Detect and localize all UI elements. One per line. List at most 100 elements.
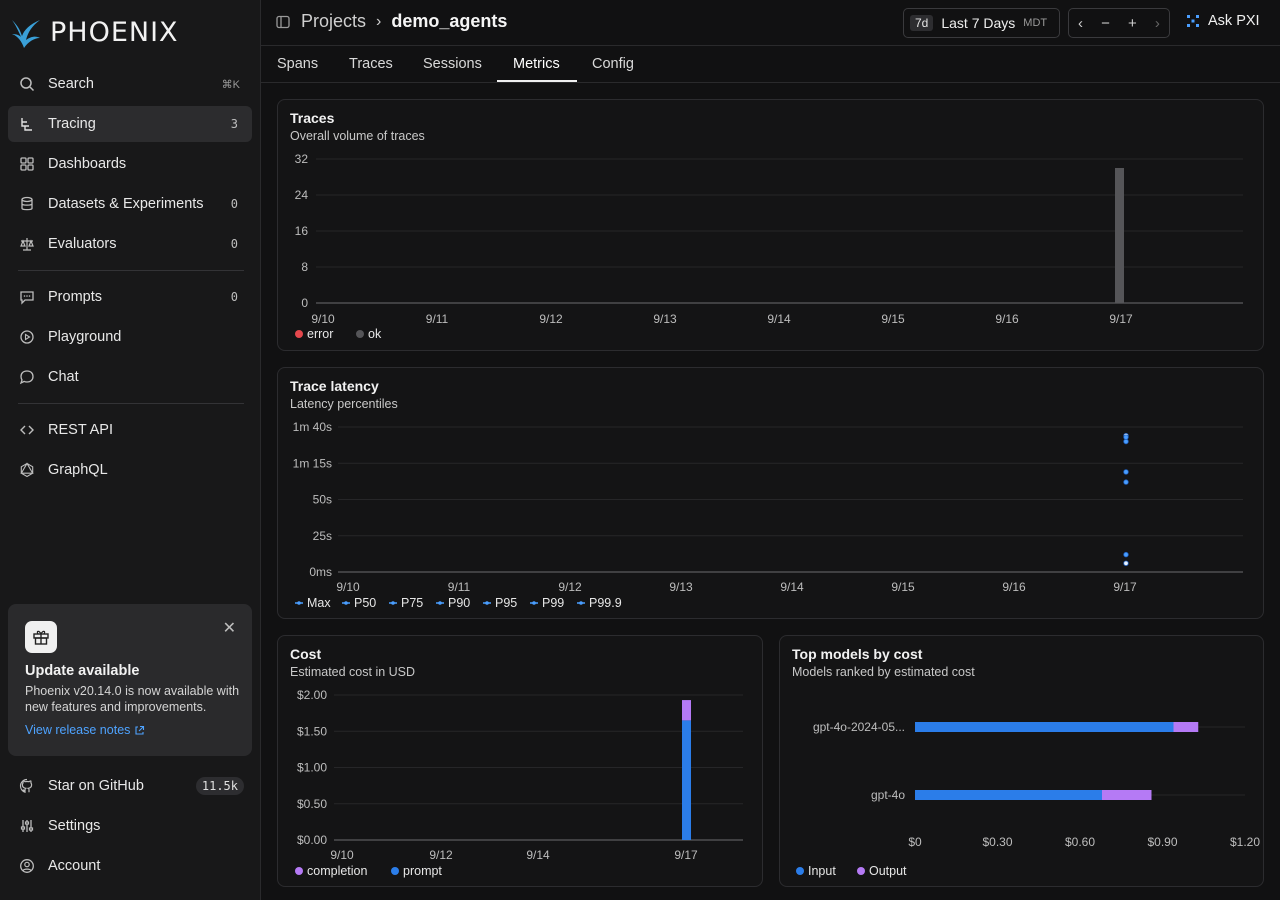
sidebar-item-label: Search xyxy=(48,76,94,92)
sidebar-item-label: Evaluators xyxy=(48,236,117,252)
chat-icon xyxy=(18,368,36,386)
close-icon[interactable]: ✕ xyxy=(223,618,236,638)
latency-chart-card: Trace latency Latency percentiles 0ms 25s… xyxy=(277,367,1264,619)
chevron-right-icon: › xyxy=(376,12,382,30)
latency-point-p75 xyxy=(1123,551,1129,558)
phoenix-logo-icon xyxy=(12,20,40,48)
sidebar-item-label: Playground xyxy=(48,329,122,345)
timezone-label: MDT xyxy=(1023,17,1048,29)
prompt-icon xyxy=(18,288,36,306)
chevron-left-icon[interactable]: ‹ xyxy=(1078,15,1083,32)
breadcrumb-projects[interactable]: Projects xyxy=(301,11,366,32)
x-tick-label: 9/12 xyxy=(429,848,453,862)
sidebar-item-rest-api[interactable]: REST API xyxy=(8,412,252,448)
sidebar-item-label: Star on GitHub xyxy=(48,778,144,794)
legend-marker xyxy=(579,601,583,605)
legend-label: P90 xyxy=(448,596,470,610)
legend-marker xyxy=(295,867,303,875)
brand-name: PHOENIX xyxy=(50,16,179,48)
bar-prompt xyxy=(682,720,691,840)
sidebar-item-tracing[interactable]: Tracing 3 xyxy=(8,106,252,142)
release-notes-label: View release notes xyxy=(25,723,131,737)
sidebar-toggle-icon[interactable] xyxy=(275,14,291,30)
sidebar-item-label: GraphQL xyxy=(48,462,108,478)
legend-label: prompt xyxy=(403,864,442,878)
bar-input xyxy=(915,722,1174,732)
sidebar-item-graphql[interactable]: GraphQL xyxy=(8,452,252,488)
y-tick-label: $1.00 xyxy=(297,761,327,775)
y-tick-label: 1m 40s xyxy=(293,420,332,434)
legend-label: P95 xyxy=(495,596,517,610)
legend-label: error xyxy=(307,327,333,341)
page-title: demo_agents xyxy=(391,11,508,31)
github-icon xyxy=(18,777,36,795)
zoom-out-icon[interactable]: − xyxy=(1101,15,1110,32)
y-tick-label: $2.00 xyxy=(297,688,327,702)
legend-marker xyxy=(391,601,395,605)
legend-marker xyxy=(438,601,442,605)
chevron-right-icon[interactable]: › xyxy=(1155,15,1160,32)
item-count: 0 xyxy=(230,290,238,304)
tab-metrics[interactable]: Metrics xyxy=(513,56,560,72)
x-tick-label: 9/10 xyxy=(330,848,354,862)
logo[interactable]: PHOENIX xyxy=(10,14,179,50)
time-range-picker[interactable]: 7d Last 7 Days MDT xyxy=(903,8,1060,38)
sidebar-item-label: Tracing xyxy=(48,116,96,132)
bar-input xyxy=(915,790,1102,800)
latency-point-p50 xyxy=(1123,560,1129,566)
sidebar-item-search[interactable]: Search ⌘K xyxy=(8,66,252,102)
y-tick-label: 24 xyxy=(295,188,309,202)
sidebar-item-dashboards[interactable]: Dashboards xyxy=(8,146,252,182)
tab-bar: Spans Traces Sessions Metrics Config xyxy=(261,47,1280,83)
x-tick-label: $1.20 xyxy=(1230,835,1260,849)
latency-point-p99 xyxy=(1123,438,1129,445)
time-range-stepper: ‹ − + › xyxy=(1068,8,1170,38)
active-tab-indicator xyxy=(497,80,577,82)
y-tick-label: 1m 15s xyxy=(293,456,332,470)
legend-marker xyxy=(857,867,865,875)
y-tick-label: 25s xyxy=(313,529,332,543)
user-icon xyxy=(18,857,36,875)
sidebar-item-github[interactable]: Star on GitHub 11.5k xyxy=(8,768,252,804)
graphql-icon xyxy=(18,461,36,479)
x-tick-label: 9/16 xyxy=(1002,580,1026,594)
x-tick-label: $0.60 xyxy=(1065,835,1095,849)
tracing-icon xyxy=(18,115,36,133)
sidebar-item-prompts[interactable]: Prompts 0 xyxy=(8,279,252,315)
x-tick-label: 9/12 xyxy=(558,580,582,594)
range-label: Last 7 Days xyxy=(941,15,1016,31)
latency-point-p99-9 xyxy=(1123,434,1129,440)
sidebar-item-datasets[interactable]: Datasets & Experiments 0 xyxy=(8,186,252,222)
update-banner: ✕ Update available Phoenix v20.14.0 is n… xyxy=(8,604,252,756)
tab-spans[interactable]: Spans xyxy=(277,56,318,72)
tab-traces[interactable]: Traces xyxy=(349,56,393,72)
bar-completion xyxy=(682,700,691,721)
legend-label: Input xyxy=(808,864,836,878)
sidebar-item-account[interactable]: Account xyxy=(8,848,252,884)
ask-pxi-button[interactable]: Ask PXI xyxy=(1186,13,1260,29)
sidebar-item-evaluators[interactable]: Evaluators 0 xyxy=(8,226,252,262)
pxi-icon xyxy=(1187,15,1199,27)
play-icon xyxy=(18,328,36,346)
zoom-in-icon[interactable]: + xyxy=(1128,15,1137,32)
cost-chart-card: Cost Estimated cost in USD $0.00 $0.50 $1.… xyxy=(277,635,763,887)
traces-chart: 0 8 16 24 32 9/10 9/11 9/12 9/13 9/14 9/15 9/16 9/17… xyxy=(295,152,1243,341)
sidebar-item-label: Account xyxy=(48,858,101,874)
update-title: Update available xyxy=(25,663,140,679)
top-bar: Projects › demo_agents 7d Last 7 Days MD… xyxy=(261,0,1280,46)
sidebar-item-chat[interactable]: Chat xyxy=(8,359,252,395)
update-description: Phoenix v20.14.0 is now available with n… xyxy=(25,684,240,714)
sidebar-item-label: Prompts xyxy=(48,289,102,305)
release-notes-link[interactable]: View release notes xyxy=(25,723,145,737)
code-icon xyxy=(18,421,36,439)
x-tick-label: 9/14 xyxy=(780,580,804,594)
external-link-icon xyxy=(135,725,145,735)
legend-marker xyxy=(796,867,804,875)
sidebar-item-playground[interactable]: Playground xyxy=(8,319,252,355)
latency-point-p95 xyxy=(1123,469,1129,475)
sliders-icon xyxy=(18,817,36,835)
sidebar-item-settings[interactable]: Settings xyxy=(8,808,252,844)
tab-config[interactable]: Config xyxy=(592,56,634,72)
tab-sessions[interactable]: Sessions xyxy=(423,56,482,72)
github-stars-badge: 11.5k xyxy=(195,777,244,795)
